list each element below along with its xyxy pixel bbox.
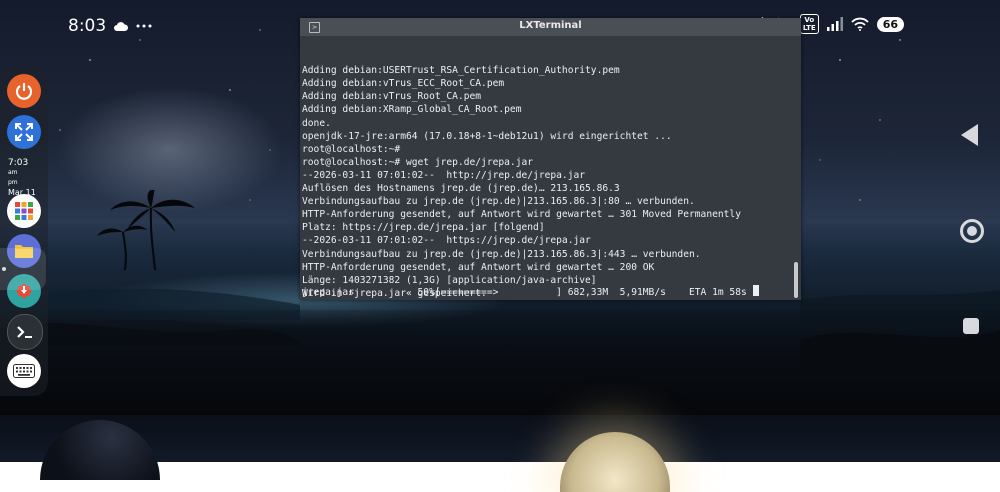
status-time: 8:03	[68, 16, 106, 36]
dock-active-highlight	[0, 248, 46, 290]
terminal-line: Adding debian:XRamp_Global_CA_Root.pem	[302, 103, 790, 116]
cloud-icon	[114, 22, 128, 31]
fullscreen-button[interactable]	[7, 115, 41, 149]
battery-indicator: 66	[877, 17, 904, 32]
terminal-line: --2026-03-11 07:01:02-- https://jrep.de/…	[302, 234, 790, 247]
power-button[interactable]	[7, 74, 41, 108]
dock-active-indicator	[2, 267, 6, 271]
wifi-icon	[851, 17, 869, 31]
terminal-line: HTTP-Anforderung gesendet, auf Antwort w…	[302, 208, 790, 221]
terminal-titlebar[interactable]: > LXTerminal	[300, 18, 801, 36]
terminal-line: root@localhost:~#	[302, 143, 790, 156]
terminal-button[interactable]	[7, 314, 43, 350]
fullscreen-icon	[14, 122, 34, 142]
terminal-window[interactable]: > LXTerminal Adding debian:USERTrust_RSA…	[300, 18, 801, 300]
terminal-cursor	[753, 285, 759, 296]
home-icon[interactable]	[960, 219, 984, 243]
terminal-line: HTTP-Anforderung gesendet, auf Antwort w…	[302, 261, 790, 274]
terminal-scrollbar[interactable]	[794, 262, 798, 298]
dock-clock-ampm: am pm	[8, 168, 42, 188]
download-progress-text: jrepa.jar 50%[=========> ] 682,33M 5,91M…	[302, 287, 753, 298]
terminal-line: Adding debian:vTrus_Root_CA.pem	[302, 90, 790, 103]
terminal-title: LXTerminal	[300, 20, 801, 31]
terminal-line: Auflösen des Hostnamens jrep.de (jrep.de…	[302, 182, 790, 195]
volte-badge: VoLTE	[800, 14, 819, 34]
terminal-line: Adding debian:vTrus_ECC_Root_CA.pem	[302, 77, 790, 90]
terminal-output[interactable]: Adding debian:USERTrust_RSA_Certificatio…	[302, 38, 790, 300]
back-icon[interactable]	[961, 124, 978, 146]
download-progress-line: jrepa.jar 50%[=========> ] 682,33M 5,91M…	[302, 285, 790, 299]
dock-clock: 7:03 am pm Mar 11	[8, 158, 42, 198]
palm-tree-image	[95, 190, 205, 270]
dock-clock-time: 7:03	[8, 158, 42, 168]
terminal-lines: Adding debian:USERTrust_RSA_Certificatio…	[302, 64, 790, 300]
terminal-line: Platz: https://jrep.de/jrepa.jar [folgen…	[302, 221, 790, 234]
status-bar-left: 8:03	[68, 16, 152, 36]
terminal-line: Verbindungsaufbau zu jrep.de (jrep.de)|2…	[302, 195, 790, 208]
apps-button[interactable]	[7, 194, 41, 228]
terminal-line: openjdk-17-jre:arm64 (17.0.18+8-1~deb12u…	[302, 130, 790, 143]
signal-icon	[827, 17, 843, 31]
terminal-line: root@localhost:~# wget jrep.de/jrepa.jar	[302, 156, 790, 169]
terminal-line: Verbindungsaufbau zu jrep.de (jrep.de)|2…	[302, 248, 790, 261]
power-icon	[14, 81, 34, 101]
wallpaper-shore	[0, 310, 1000, 420]
terminal-line: --2026-03-11 07:01:02-- http://jrep.de/j…	[302, 169, 790, 182]
terminal-line: done.	[302, 117, 790, 130]
more-icon[interactable]	[136, 24, 152, 28]
keyboard-button[interactable]	[7, 354, 41, 388]
apps-grid-icon	[14, 201, 34, 221]
terminal-icon	[15, 324, 35, 340]
keyboard-icon	[13, 364, 35, 378]
recent-apps-icon[interactable]	[963, 318, 979, 334]
terminal-line: Adding debian:USERTrust_RSA_Certificatio…	[302, 64, 790, 77]
